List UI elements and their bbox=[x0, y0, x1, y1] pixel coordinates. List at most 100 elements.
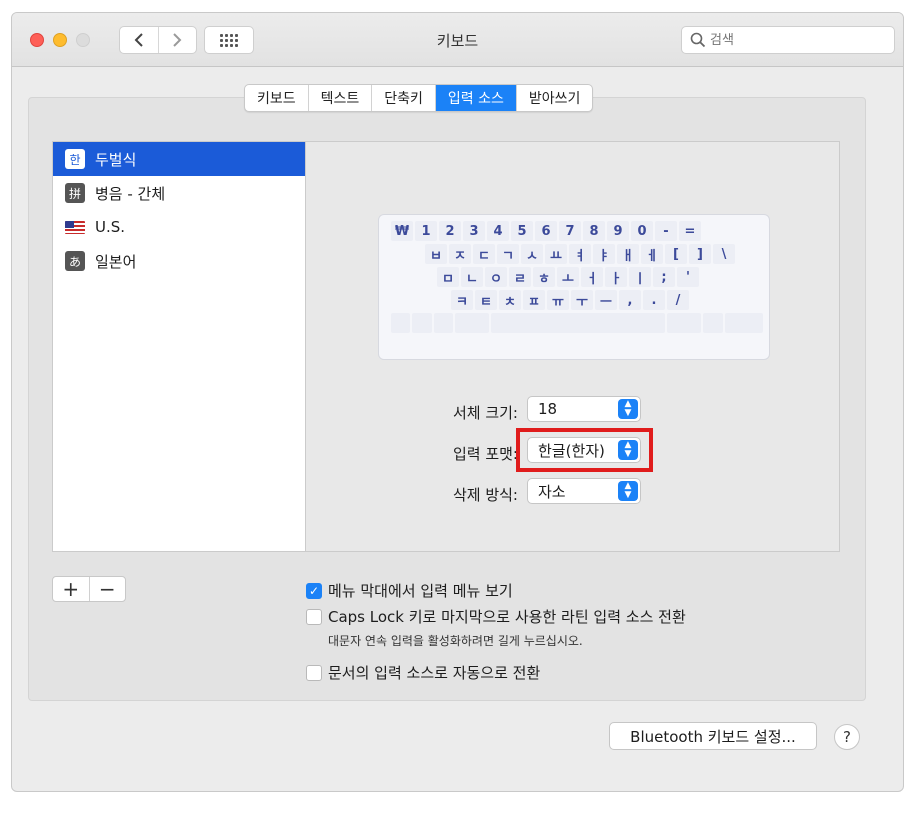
list-item-us[interactable]: U.S. bbox=[53, 210, 305, 244]
keyboard-key: ㅣ bbox=[629, 267, 651, 287]
keyboard-key: ㅔ bbox=[641, 244, 663, 264]
tab-text[interactable]: 텍스트 bbox=[309, 85, 373, 111]
list-item-japanese[interactable]: あ 일본어 bbox=[53, 244, 305, 278]
keyboard-key: ㄷ bbox=[473, 244, 495, 264]
keyboard-key: ㅕ bbox=[569, 244, 591, 264]
remove-source-button[interactable]: − bbox=[88, 577, 126, 601]
search-icon bbox=[690, 32, 706, 48]
input-format-label: 입력 포맷: bbox=[452, 445, 518, 463]
keyboard-row: ㅁㄴㅇㄹㅎㅗㅓㅏㅣ; ' bbox=[385, 267, 763, 287]
font-size-popup[interactable]: 18 ▲ ▼ bbox=[527, 396, 641, 422]
font-size-label: 서체 크기: bbox=[452, 404, 518, 422]
keyboard-row: ₩1 2 3 4 5 6 7 8 9 0- = bbox=[385, 221, 763, 241]
list-item-label: U.S. bbox=[95, 218, 126, 236]
keyboard-key: 2 bbox=[439, 221, 461, 241]
keyboard-key: ; bbox=[653, 267, 675, 287]
delete-method-value: 자소 bbox=[538, 482, 566, 501]
add-source-button[interactable]: + bbox=[53, 577, 89, 601]
updown-chevron-icon: ▲ ▼ bbox=[618, 399, 638, 419]
keyboard-key: 5 bbox=[511, 221, 533, 241]
keyboard-key: ㅛ bbox=[545, 244, 567, 264]
add-remove-control: + − bbox=[52, 576, 126, 602]
bluetooth-keyboard-setup-button[interactable]: Bluetooth 키보드 설정... bbox=[609, 722, 817, 750]
keyboard-key: / bbox=[667, 290, 689, 310]
keyboard-key: ㅁ bbox=[437, 267, 459, 287]
delete-method-label: 삭제 방식: bbox=[452, 486, 518, 504]
delete-method-popup[interactable]: 자소 ▲ ▼ bbox=[527, 478, 641, 504]
keyboard-key: ' bbox=[677, 267, 699, 287]
menu-bar-option[interactable]: ✓ 메뉴 막대에서 입력 메뉴 보기 bbox=[306, 580, 513, 601]
font-size-value: 18 bbox=[538, 400, 558, 418]
list-item-pinyin[interactable]: 拼 병음 - 간체 bbox=[53, 176, 305, 210]
keyboard-key: [ bbox=[665, 244, 687, 264]
caps-lock-option[interactable]: Caps Lock 키로 마지막으로 사용한 라틴 입력 소스 전환 bbox=[306, 606, 686, 627]
keyboard-key: ₩ bbox=[391, 221, 413, 241]
keyboard-row: ㅋㅌㅊㅍㅠㅜㅡ,. / bbox=[385, 290, 763, 310]
caps-lock-hint: 대문자 연속 입력을 활성화하려면 길게 누르십시오. bbox=[328, 634, 583, 648]
keyboard-key: ㅑ bbox=[593, 244, 615, 264]
tab-input-sources[interactable]: 입력 소스 bbox=[435, 85, 517, 111]
keyboard-key: , bbox=[619, 290, 641, 310]
hangul-icon: 한 bbox=[65, 149, 85, 169]
keyboard-key: 3 bbox=[463, 221, 485, 241]
tab-keyboard[interactable]: 키보드 bbox=[245, 85, 309, 111]
list-item-label: 두벌식 bbox=[95, 150, 137, 169]
keyboard-key: ㅊ bbox=[499, 290, 521, 310]
keyboard-key: ㄱ bbox=[497, 244, 519, 264]
help-button[interactable]: ? bbox=[834, 724, 860, 750]
keyboard-layout-preview: ₩1 2 3 4 5 6 7 8 9 0- = ㅂㅈㄷㄱㅅㅛㅕㅑㅐㅔ[] \ ㅁㄴㅇㄹㅎㅗㅓㅏㅣ; ' … bbox=[378, 214, 770, 360]
keyboard-key: 1 bbox=[415, 221, 437, 241]
keyboard-key: ㅌ bbox=[475, 290, 497, 310]
keyboard-key: ㅏ bbox=[605, 267, 627, 287]
keyboard-key: ㄴ bbox=[461, 267, 483, 287]
titlebar: 키보드 bbox=[12, 13, 903, 67]
tab-bar: 키보드 텍스트 단축키 입력 소스 받아쓰기 bbox=[244, 84, 594, 112]
list-item-dubeolsik[interactable]: 한 두벌식 bbox=[53, 142, 305, 176]
keyboard-key: ㅅ bbox=[521, 244, 543, 264]
keyboard-key: ㅠ bbox=[547, 290, 569, 310]
us-flag-icon bbox=[65, 220, 85, 234]
list-item-label: 병음 - 간체 bbox=[95, 184, 166, 203]
keyboard-key: ㅗ bbox=[557, 267, 579, 287]
pinyin-icon: 拼 bbox=[65, 183, 85, 203]
input-source-list: 한 두벌식 拼 병음 - 간체 U.S. あ 일본어 bbox=[52, 141, 306, 552]
keyboard-key: 0 bbox=[631, 221, 653, 241]
auto-switch-option[interactable]: 문서의 입력 소스로 자동으로 전환 bbox=[306, 662, 540, 683]
keyboard-key: 6 bbox=[535, 221, 557, 241]
keyboard-key: - bbox=[655, 221, 677, 241]
keyboard-key: ㅓ bbox=[581, 267, 603, 287]
keyboard-key: ㅂ bbox=[425, 244, 447, 264]
keyboard-key: ㅎ bbox=[533, 267, 555, 287]
keyboard-row: ㅂㅈㄷㄱㅅㅛㅕㅑㅐㅔ[] \ bbox=[385, 244, 763, 264]
keyboard-key: 7 bbox=[559, 221, 581, 241]
keyboard-row bbox=[385, 313, 763, 333]
list-item-label: 일본어 bbox=[95, 252, 137, 271]
keyboard-key: ] bbox=[689, 244, 711, 264]
keyboard-key: 9 bbox=[607, 221, 629, 241]
keyboard-key: ㅇ bbox=[485, 267, 507, 287]
keyboard-key: ㅡ bbox=[595, 290, 617, 310]
hiragana-icon: あ bbox=[65, 251, 85, 271]
tab-dictation[interactable]: 받아쓰기 bbox=[517, 85, 593, 111]
highlight-box bbox=[516, 428, 653, 472]
keyboard-key: ㅈ bbox=[449, 244, 471, 264]
caps-lock-checkbox[interactable] bbox=[306, 608, 322, 625]
keyboard-key: 8 bbox=[583, 221, 605, 241]
keyboard-key: ㅋ bbox=[451, 290, 473, 310]
menu-bar-label: 메뉴 막대에서 입력 메뉴 보기 bbox=[328, 582, 513, 600]
auto-switch-checkbox[interactable] bbox=[306, 664, 322, 681]
updown-chevron-icon: ▲ ▼ bbox=[618, 481, 638, 501]
keyboard-key: \ bbox=[713, 244, 735, 264]
keyboard-key: = bbox=[679, 221, 701, 241]
keyboard-key: ㅐ bbox=[617, 244, 639, 264]
keyboard-key: ㄹ bbox=[509, 267, 531, 287]
menu-bar-checkbox[interactable]: ✓ bbox=[306, 582, 322, 599]
auto-switch-label: 문서의 입력 소스로 자동으로 전환 bbox=[328, 664, 541, 682]
caps-lock-label: Caps Lock 키로 마지막으로 사용한 라틴 입력 소스 전환 bbox=[328, 608, 686, 626]
keyboard-key: ㅍ bbox=[523, 290, 545, 310]
keyboard-key: . bbox=[643, 290, 665, 310]
tab-shortcuts[interactable]: 단축키 bbox=[372, 85, 436, 111]
keyboard-key: 4 bbox=[487, 221, 509, 241]
search-field[interactable] bbox=[681, 26, 895, 54]
search-input[interactable] bbox=[710, 32, 890, 48]
